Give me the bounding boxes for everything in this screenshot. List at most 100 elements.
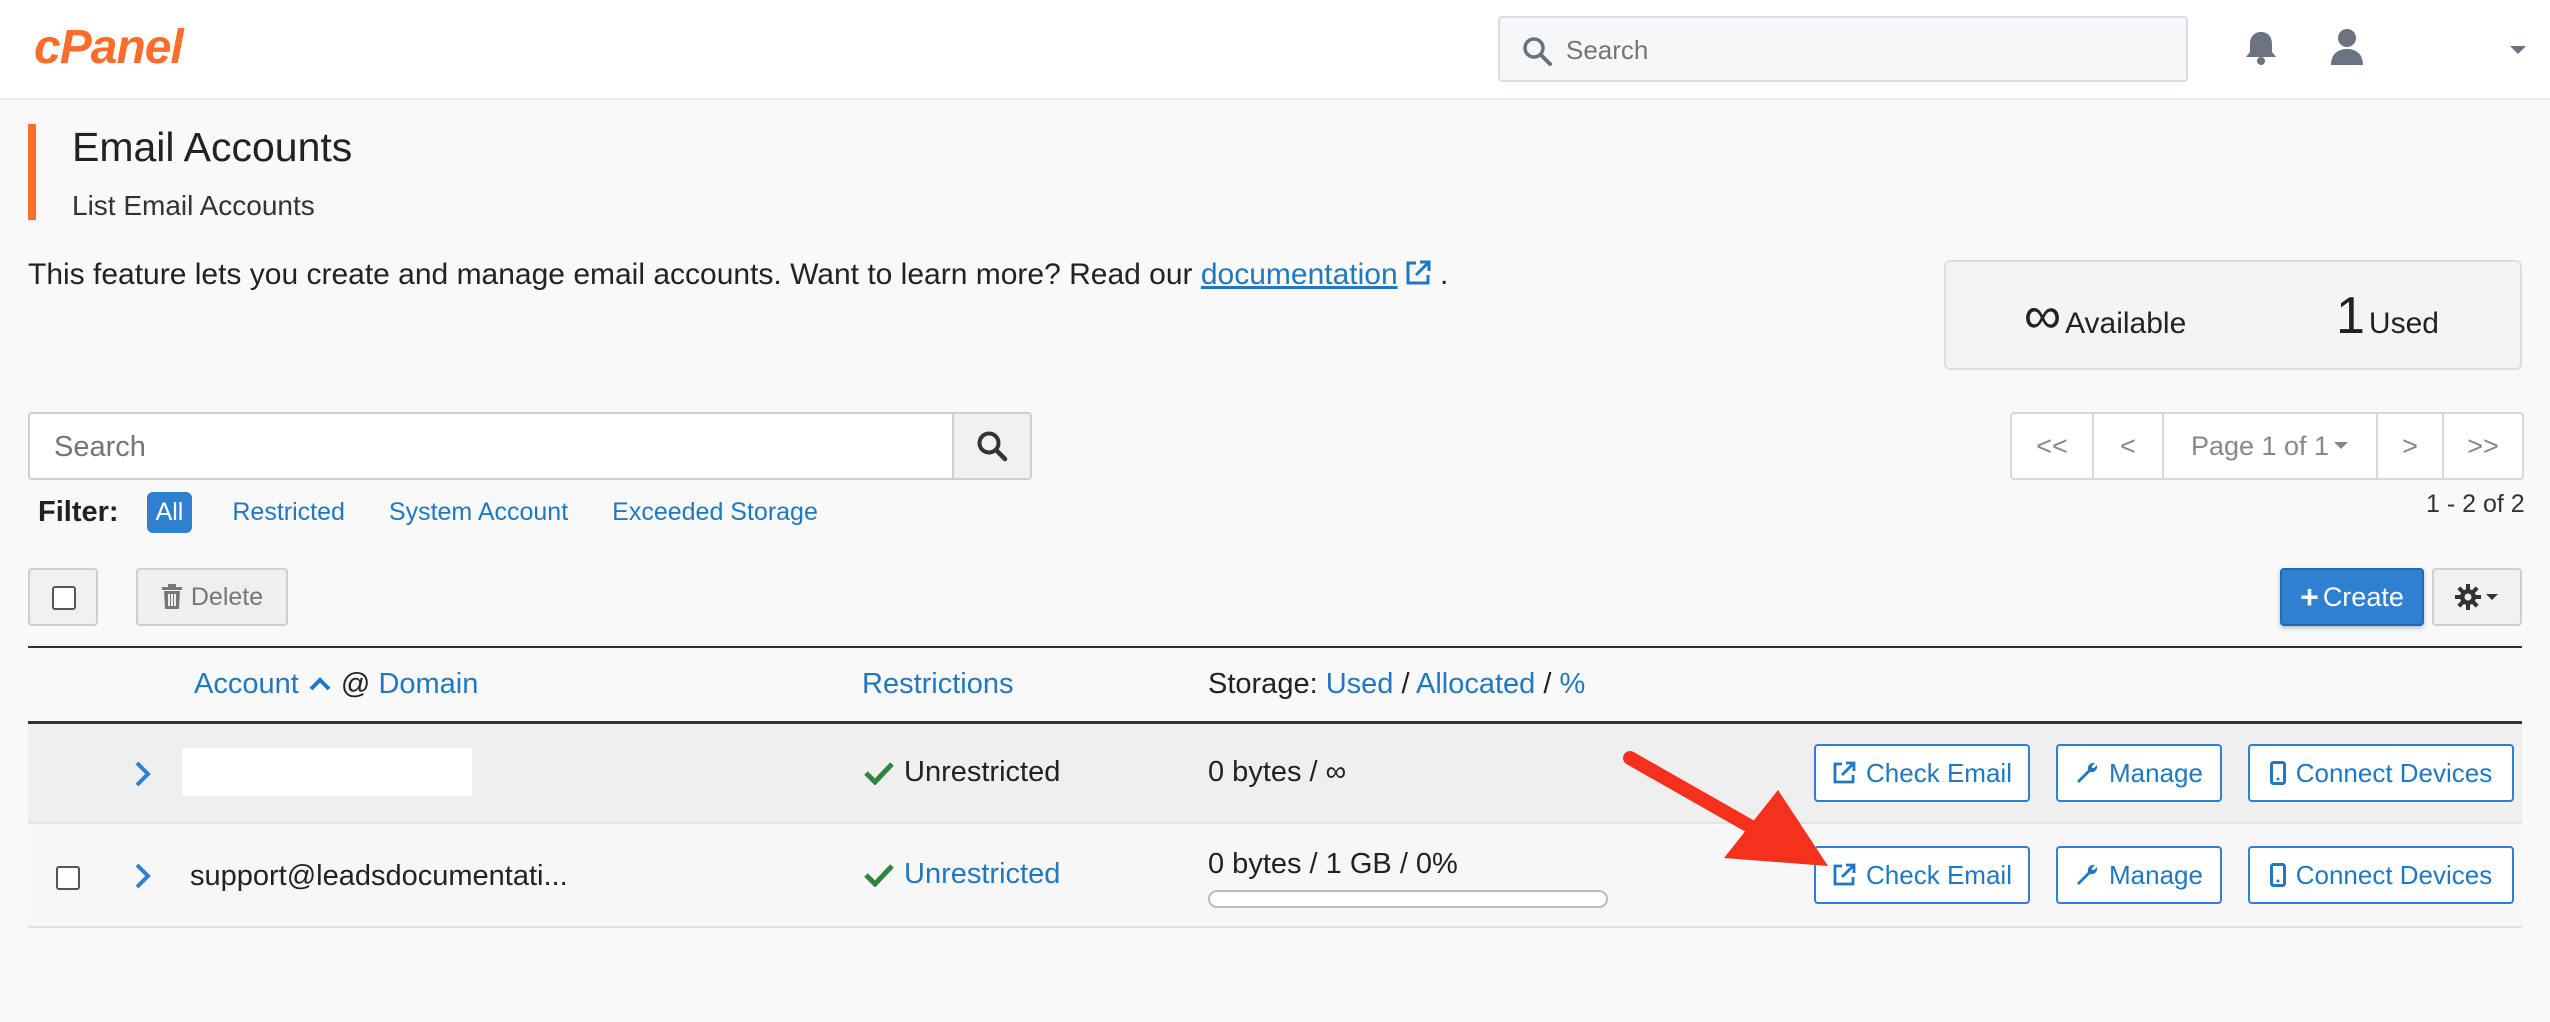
intro-end: . <box>1440 258 1449 291</box>
prev-page-button[interactable]: < <box>2094 414 2164 478</box>
manage-button[interactable]: Manage <box>2056 744 2222 802</box>
connect-devices-label: Connect Devices <box>2295 859 2493 890</box>
annotation-arrow-icon <box>1623 751 1828 866</box>
restriction-text: Unrestricted <box>904 756 1061 788</box>
expand-row-chevron-right-icon[interactable] <box>134 862 152 890</box>
filter-system-account[interactable]: System Account <box>389 498 568 527</box>
sort-domain-link[interactable]: Domain <box>378 668 478 700</box>
user-menu-chevron-down-icon[interactable] <box>2508 44 2528 56</box>
check-email-button[interactable]: Check Email <box>1814 744 2030 802</box>
storage-usage: 0 bytes / 1 GB / 0% <box>1208 848 1458 880</box>
at-sign: @ <box>340 668 371 700</box>
top-bar: cPanel <box>0 0 2550 100</box>
storage-sep-1: / <box>1401 668 1410 700</box>
global-search[interactable] <box>1498 16 2188 82</box>
intro-text: This feature lets you create and manage … <box>28 258 1193 291</box>
account-address: support@leadsdocumentati... <box>190 860 568 892</box>
filter-restricted[interactable]: Restricted <box>232 498 345 527</box>
intro-paragraph: This feature lets you create and manage … <box>28 258 1448 292</box>
filter-exceeded-storage[interactable]: Exceeded Storage <box>612 498 818 527</box>
pagination: << < Page 1 of 1 > >> <box>2010 412 2524 480</box>
sort-restrictions-link[interactable]: Restrictions <box>862 668 1014 700</box>
checkbox-box <box>52 586 76 610</box>
wrench-icon <box>2077 864 2098 885</box>
restriction-status: Unrestricted <box>864 858 1060 891</box>
sort-ascending-icon <box>309 677 331 691</box>
search-button[interactable] <box>952 414 1030 478</box>
connect-devices-label: Connect Devices <box>2295 757 2493 788</box>
table-header: Account @ Domain Restrictions Storage: U… <box>28 646 2522 724</box>
restriction-status: Unrestricted <box>864 756 1060 789</box>
search-icon <box>977 431 1008 462</box>
available-stat: ∞ Available <box>2024 286 2186 346</box>
page-header: Email Accounts List Email Accounts <box>28 124 728 221</box>
connect-devices-button[interactable]: Connect Devices <box>2248 744 2514 802</box>
manage-button[interactable]: Manage <box>2056 846 2222 904</box>
chevron-down-icon <box>2334 442 2349 449</box>
storage-column-header: Storage: Used / Allocated / % <box>1208 668 1585 701</box>
storage-prefix: Storage: <box>1208 668 1318 700</box>
create-label: Create <box>2322 581 2404 612</box>
storage-sep-2: / <box>1543 668 1552 700</box>
mobile-phone-icon <box>2269 761 2286 785</box>
settings-menu-button[interactable] <box>2432 568 2522 626</box>
notifications-bell-icon[interactable] <box>2244 30 2278 66</box>
account-search <box>28 412 1032 480</box>
connect-devices-button[interactable]: Connect Devices <box>2248 846 2514 904</box>
table-row: Unrestricted 0 bytes / ∞ Check Email Man… <box>28 724 2522 824</box>
external-link-icon[interactable] <box>1404 259 1432 287</box>
check-icon <box>864 761 894 785</box>
manage-label: Manage <box>2109 757 2203 788</box>
filter-bar: Filter: All Restricted System Account Ex… <box>38 490 862 534</box>
check-email-label: Check Email <box>1866 859 2012 890</box>
storage-usage-bar <box>1208 890 1608 908</box>
page-subtitle: List Email Accounts <box>72 190 315 221</box>
sort-percent-link[interactable]: % <box>1560 668 1586 700</box>
used-value: 1 <box>2336 287 2365 345</box>
delete-label: Delete <box>190 582 264 611</box>
available-label: Available <box>2065 307 2187 340</box>
account-column-header: Account @ Domain <box>194 668 478 701</box>
sort-allocated-link[interactable]: Allocated <box>1416 668 1535 700</box>
manage-label: Manage <box>2109 859 2203 890</box>
sort-account-link[interactable]: Account <box>194 668 299 700</box>
redacted-account-name <box>182 748 472 796</box>
delete-button[interactable]: Delete <box>136 568 288 626</box>
check-icon <box>864 863 894 887</box>
row-select-checkbox[interactable] <box>56 866 80 890</box>
storage-usage: 0 bytes / ∞ <box>1208 756 1347 788</box>
documentation-link[interactable]: documentation <box>1201 258 1398 291</box>
plus-icon: + <box>2300 578 2319 615</box>
used-label: Used <box>2368 307 2439 340</box>
trash-icon <box>161 584 182 609</box>
global-search-input[interactable] <box>1566 32 2166 68</box>
last-page-button[interactable]: >> <box>2444 414 2522 478</box>
select-all-checkbox[interactable] <box>28 568 98 626</box>
check-email-button[interactable]: Check Email <box>1814 846 2030 904</box>
wrench-icon <box>2077 762 2098 783</box>
table-row: support@leadsdocumentati... Unrestricted… <box>28 826 2522 928</box>
used-stat: 1 Used <box>2336 286 2439 346</box>
available-value: ∞ <box>2024 287 2062 345</box>
create-button[interactable]: + Create <box>2280 568 2424 626</box>
user-account-icon[interactable] <box>2330 28 2364 66</box>
next-page-button[interactable]: > <box>2378 414 2444 478</box>
filter-label: Filter: <box>38 495 119 528</box>
restriction-link[interactable]: Unrestricted <box>904 858 1060 891</box>
expand-row-chevron-right-icon[interactable] <box>134 760 152 788</box>
account-search-input[interactable] <box>54 428 934 466</box>
sort-used-link[interactable]: Used <box>1326 668 1394 700</box>
page-title: Email Accounts <box>72 124 353 170</box>
check-email-label: Check Email <box>1866 757 2012 788</box>
filter-all[interactable]: All <box>146 491 193 533</box>
result-count: 1 - 2 of 2 <box>2426 490 2525 518</box>
gear-icon <box>2455 584 2481 610</box>
restrictions-column-header: Restrictions <box>862 668 1014 701</box>
search-icon <box>1522 36 1552 66</box>
page-select[interactable]: Page 1 of 1 <box>2164 414 2378 478</box>
cpanel-logo[interactable]: cPanel <box>34 20 184 75</box>
first-page-button[interactable]: << <box>2012 414 2094 478</box>
chevron-down-icon <box>2486 594 2498 600</box>
page-label: Page 1 of 1 <box>2190 430 2330 461</box>
mobile-phone-icon <box>2269 863 2286 887</box>
